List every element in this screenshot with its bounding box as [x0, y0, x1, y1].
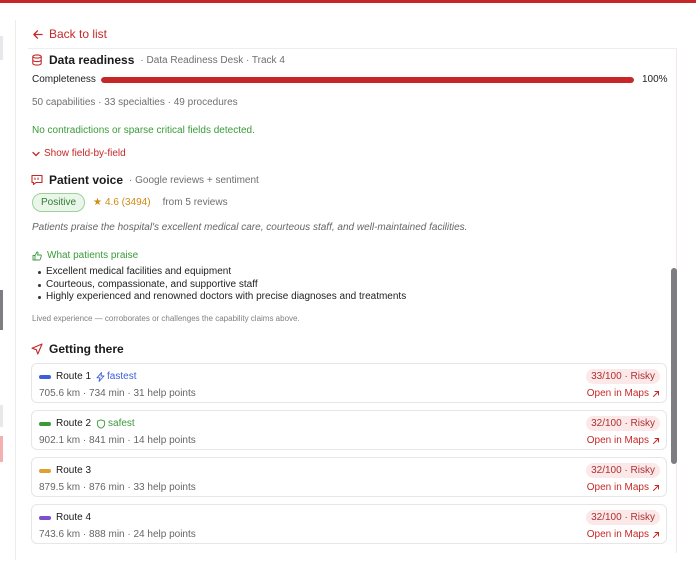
- route-title: Route 2 safest: [39, 418, 135, 429]
- route-card[interactable]: Route 3 879.5 km · 876 min · 33 help poin…: [31, 457, 667, 497]
- maps-label: Open in Maps: [586, 482, 649, 493]
- section-subtitle: · Data Readiness Desk · Track 4: [140, 54, 285, 66]
- chevron-down-icon: [32, 151, 40, 156]
- toggle-label: Show field-by-field: [44, 148, 126, 159]
- external-arrow-icon: [653, 390, 659, 397]
- top-accent-bar: [0, 0, 696, 3]
- maps-label: Open in Maps: [586, 435, 649, 446]
- praise-heading: What patients praise: [32, 250, 138, 261]
- praise-item: Highly experienced and renowned doctors …: [38, 291, 406, 304]
- sentiment-badge: Positive: [32, 193, 86, 212]
- route-title: Route 1 fastest: [39, 371, 137, 382]
- route-details: 743.6 km · 888 min · 24 help points: [39, 529, 196, 540]
- route-tag: fastest: [96, 371, 137, 382]
- risk-badge: 32/100 · Risky: [586, 463, 660, 478]
- completeness-value: 100%: [642, 74, 668, 85]
- route-name: Route 4: [56, 512, 92, 523]
- route-name: Route 1: [56, 371, 92, 382]
- patient-voice-header: Patient voice · Google reviews + sentime…: [31, 173, 259, 187]
- bolt-icon: [96, 371, 105, 382]
- route-name: Route 3: [56, 465, 92, 476]
- route-card[interactable]: Route 2 safest 902.1 km · 841 min · 14 hel…: [31, 410, 667, 450]
- thumbs-up-icon: [32, 251, 42, 260]
- external-arrow-icon: [653, 437, 659, 444]
- route-color-swatch: [39, 374, 51, 379]
- completeness-bar-fill: [101, 76, 634, 83]
- chat-quote-icon: [31, 174, 43, 186]
- route-details: 902.1 km · 841 min · 14 help points: [39, 435, 196, 446]
- show-field-by-field-toggle[interactable]: Show field-by-field: [32, 148, 126, 159]
- route-color-swatch: [39, 468, 51, 473]
- rating-value: 4.6 (3494): [104, 197, 151, 208]
- readiness-stats: 50 capabilities · 33 specialties · 49 pr…: [32, 97, 238, 108]
- route-details: 879.5 km · 876 min · 33 help points: [39, 482, 196, 493]
- left-panel-fragment: [0, 36, 3, 60]
- maps-label: Open in Maps: [586, 529, 649, 540]
- open-in-maps-link[interactable]: Open in Maps: [587, 435, 660, 446]
- database-icon: [32, 54, 42, 66]
- scrollbar-thumb[interactable]: [671, 268, 677, 464]
- open-in-maps-link[interactable]: Open in Maps: [587, 388, 660, 399]
- back-label: Back to list: [49, 27, 108, 41]
- route-title: Route 3: [39, 465, 91, 476]
- left-panel-fragment: [0, 405, 3, 427]
- navigation-icon: [31, 343, 43, 355]
- section-subtitle: · Google reviews + sentiment: [129, 174, 259, 186]
- route-card[interactable]: Route 4 743.6 km · 888 min · 24 help poin…: [31, 504, 667, 544]
- praise-item: Excellent medical facilities and equipme…: [38, 266, 406, 279]
- left-panel-fragment: [0, 290, 3, 330]
- data-readiness-header: Data readiness · Data Readiness Desk · T…: [31, 53, 285, 67]
- praise-item: Courteous, compassionate, and supportive…: [38, 279, 406, 292]
- risk-badge: 32/100 · Risky: [586, 416, 660, 431]
- section-title: Data readiness: [49, 53, 135, 67]
- route-card[interactable]: Route 1 fastest 705.6 km · 734 min · 31 he…: [31, 363, 667, 403]
- external-arrow-icon: [653, 531, 659, 538]
- route-color-swatch: [39, 515, 51, 520]
- lived-experience-note: Lived experience — corroborates or chall…: [32, 314, 300, 323]
- praise-title: What patients praise: [47, 250, 139, 261]
- route-title: Route 4: [39, 512, 91, 523]
- open-in-maps-link[interactable]: Open in Maps: [587, 529, 660, 540]
- praise-list: Excellent medical facilities and equipme…: [38, 266, 406, 304]
- completeness-label: Completeness: [32, 74, 96, 85]
- external-arrow-icon: [653, 484, 659, 491]
- arrow-left-icon: [33, 29, 43, 39]
- risk-badge: 33/100 · Risky: [586, 369, 660, 384]
- open-in-maps-link[interactable]: Open in Maps: [587, 482, 660, 493]
- shield-icon: [96, 418, 106, 429]
- rating: ★ 4.6 (3494): [93, 197, 151, 208]
- review-summary: Patients praise the hospital's excellent…: [32, 222, 468, 233]
- star-icon: ★: [93, 197, 102, 208]
- review-count: from 5 reviews: [162, 197, 228, 208]
- route-tag-label: safest: [108, 418, 135, 429]
- route-tag-label: fastest: [107, 371, 137, 382]
- back-to-list-link[interactable]: Back to list: [32, 27, 107, 41]
- sentiment-row: Positive ★ 4.6 (3494) from 5 reviews: [32, 193, 228, 212]
- maps-label: Open in Maps: [586, 388, 649, 399]
- section-title: Patient voice: [49, 173, 124, 187]
- status-message: No contradictions or sparse critical fie…: [32, 125, 255, 136]
- left-panel-fragment: [0, 436, 3, 462]
- section-title: Getting there: [49, 342, 124, 356]
- completeness-row: Completeness 100%: [32, 74, 668, 85]
- getting-there-header: Getting there: [31, 342, 124, 356]
- route-name: Route 2: [56, 418, 92, 429]
- completeness-bar: [101, 76, 634, 83]
- risk-badge: 32/100 · Risky: [586, 510, 660, 525]
- route-tag: safest: [96, 418, 135, 429]
- divider: [28, 48, 677, 49]
- panel-divider: [15, 20, 16, 560]
- route-details: 705.6 km · 734 min · 31 help points: [39, 388, 196, 399]
- route-color-swatch: [39, 421, 51, 426]
